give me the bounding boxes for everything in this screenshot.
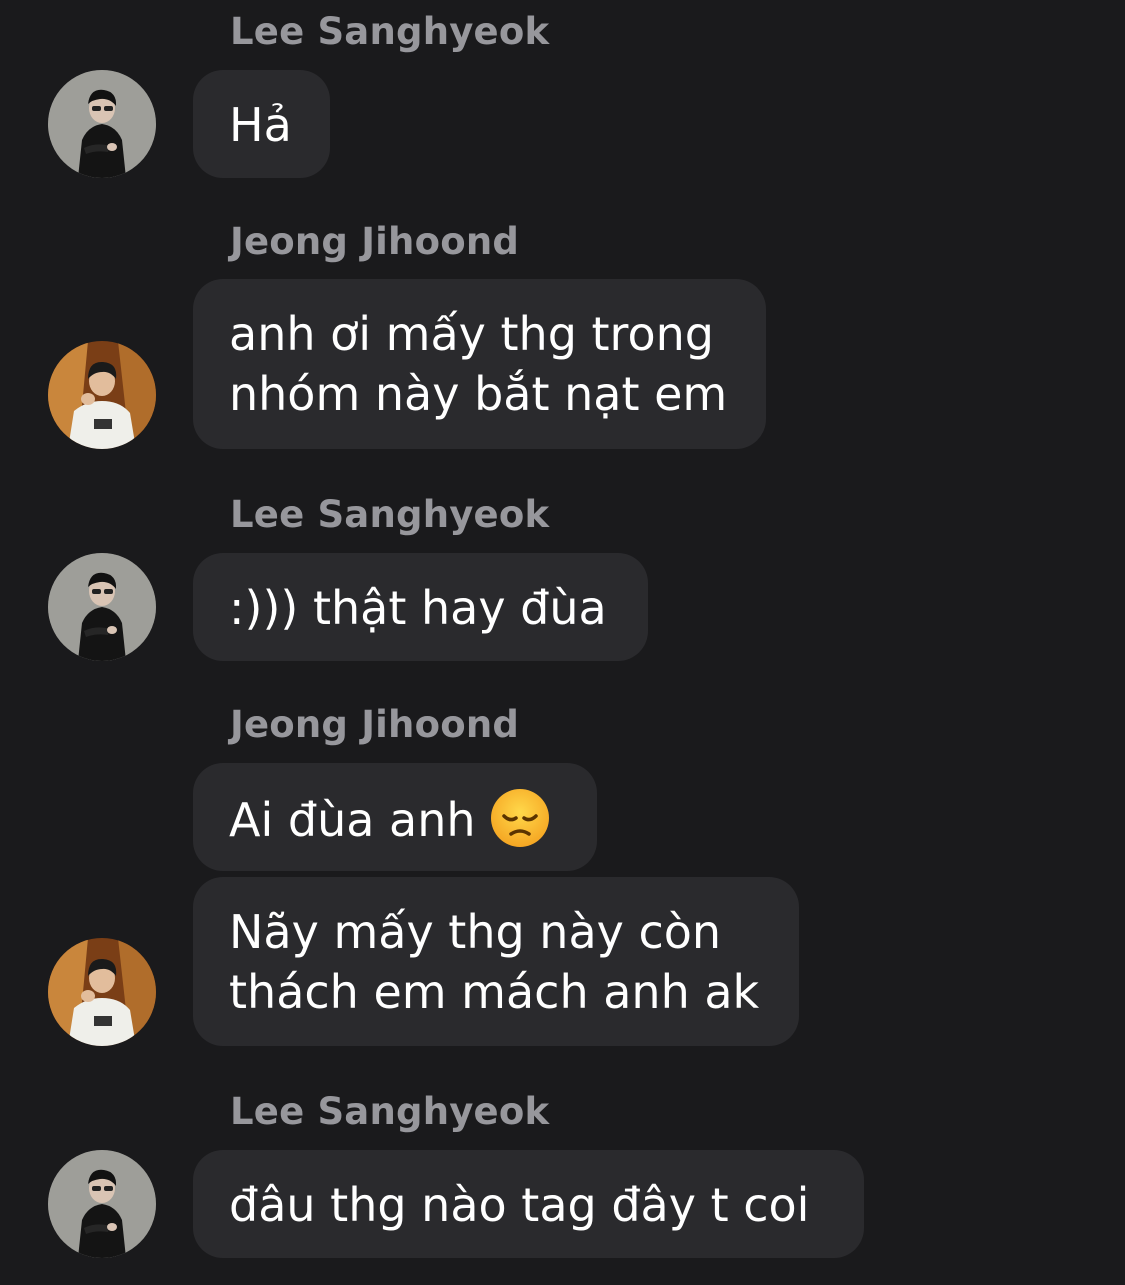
message-text: :))) thật hay đùa [229,581,607,635]
avatar-lee-sanghyeok[interactable] [48,553,156,661]
message-text: đâu thg nào tag đây t coi [229,1178,810,1232]
sender-name: Lee Sanghyeok [230,493,550,536]
chat-thread: Lee Sanghyeok Hả Jeong Jihoond anh ơi mấ… [0,0,1125,1285]
message-bubble[interactable]: Hả [193,70,330,178]
message-bubble[interactable]: Nãy mấy thg này còn thách em mách anh ak [193,877,799,1046]
sender-name: Lee Sanghyeok [230,1090,550,1133]
message-text: Hả [229,98,292,152]
user-photo-lee-sanghyeok [48,553,156,661]
user-photo-lee-sanghyeok [48,70,156,178]
message-bubble[interactable]: Ai đùa anh [193,763,597,871]
message-bubble[interactable]: :))) thật hay đùa [193,553,648,661]
message-text: nhóm này bắt nạt em [229,367,728,421]
user-photo-jeong-jihoond [48,938,156,1046]
sender-name: Jeong Jihoond [230,703,520,746]
avatar-jeong-jihoond[interactable] [48,341,156,449]
disappointed-face-emoji-icon [490,788,550,862]
sender-name: Jeong Jihoond [230,220,520,263]
avatar-jeong-jihoond[interactable] [48,938,156,1046]
user-photo-lee-sanghyeok [48,1150,156,1258]
message-text: thách em mách anh ak [229,965,760,1019]
message-text: anh ơi mấy thg trong [229,307,714,361]
message-bubble[interactable]: đâu thg nào tag đây t coi [193,1150,864,1258]
message-text: Ai đùa anh [229,788,561,862]
avatar-lee-sanghyeok[interactable] [48,1150,156,1258]
avatar-lee-sanghyeok[interactable] [48,70,156,178]
sender-name: Lee Sanghyeok [230,10,550,53]
message-bubble[interactable]: anh ơi mấy thg trong nhóm này bắt nạt em [193,279,766,449]
message-text: Nãy mấy thg này còn [229,905,722,959]
user-photo-jeong-jihoond [48,341,156,449]
